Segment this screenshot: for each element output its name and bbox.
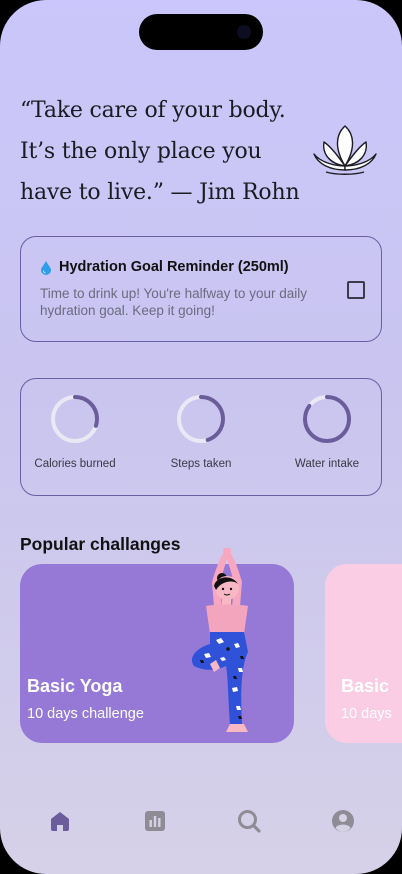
camera-icon (237, 25, 251, 39)
quote-line-3: have to live.” — Jim Rohn (20, 180, 300, 205)
hydration-title: Hydration Goal Reminder (250ml) (59, 259, 289, 275)
section-title: Popular challanges (20, 534, 181, 554)
water-progress-ring (303, 395, 351, 443)
yoga-woman-illustration (191, 548, 248, 732)
tab-stats[interactable] (142, 808, 168, 834)
water-drop-icon (41, 261, 51, 275)
stat-label: Calories burned (34, 458, 116, 470)
bottom-tab-bar (0, 800, 402, 840)
challenge-subtitle: 10 days challenge (27, 706, 144, 722)
dynamic-island (139, 14, 263, 50)
stat-label: Water intake (294, 458, 360, 470)
challenge-subtitle: 10 days (341, 706, 392, 722)
hydration-reminder-card[interactable]: Hydration Goal Reminder (250ml) Time to … (20, 236, 382, 342)
motivational-quote: “Take care of your body. It’s the only p… (20, 90, 320, 213)
challenge-name: Basic (341, 676, 390, 696)
tab-profile[interactable] (330, 808, 356, 834)
hydration-done-checkbox[interactable] (347, 281, 365, 299)
challenge-card-basic[interactable]: Basic 10 days (325, 564, 402, 743)
profile-icon (332, 810, 354, 832)
challenge-name: Basic Yoga (27, 676, 123, 696)
stat-label: Steps taken (170, 458, 232, 470)
steps-progress-ring (177, 395, 225, 443)
hydration-description: Time to drink up! You're halfway to your… (40, 286, 307, 318)
quote-line-1: “Take care of your body. (20, 98, 286, 123)
challenge-card-basic-yoga[interactable]: Basic Yoga 10 days challenge (20, 548, 294, 743)
chart-icon (145, 811, 165, 831)
app-screen: “Take care of your body. It’s the only p… (0, 0, 402, 874)
quote-line-2: It’s the only place you (20, 139, 262, 164)
stats-card: Calories burned Steps taken Water intake (20, 378, 382, 496)
search-icon (238, 810, 261, 833)
calories-progress-ring (51, 395, 99, 443)
tab-home[interactable] (47, 808, 73, 834)
lotus-icon (313, 125, 377, 175)
home-icon (51, 812, 69, 831)
tab-search[interactable] (236, 808, 262, 834)
